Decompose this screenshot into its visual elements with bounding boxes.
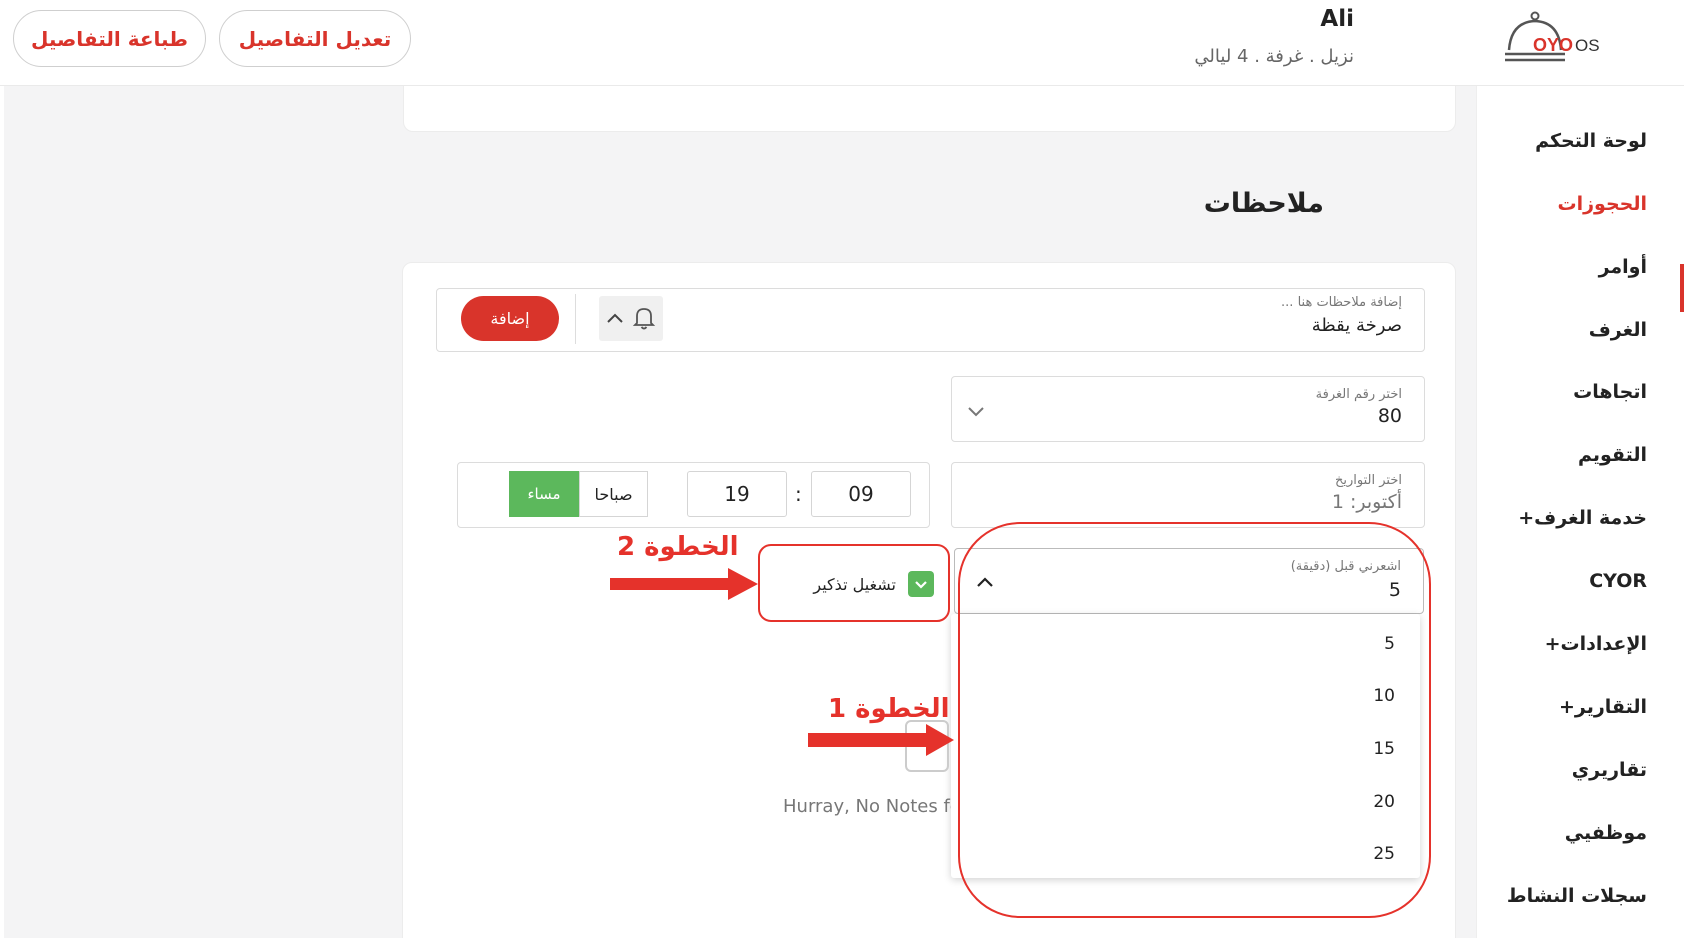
sidebar-item-my-reports[interactable]: تقاريري xyxy=(1572,759,1647,781)
sidebar-item-activity-logs[interactable]: سجلات النشاط xyxy=(1507,885,1647,907)
sidebar-item-reports[interactable]: التقارير+ xyxy=(1559,696,1647,718)
sidebar-item-dashboard[interactable]: لوحة التحكم xyxy=(1535,130,1647,152)
note-input[interactable]: إضافة ملاحظات هنا ... صرخة يقظة xyxy=(436,288,1425,352)
chevron-down-icon xyxy=(968,407,984,417)
print-details-button[interactable]: طباعة التفاصيل xyxy=(13,10,206,67)
edit-details-button[interactable]: تعديل التفاصيل xyxy=(219,10,411,67)
step2-highlight xyxy=(758,544,950,622)
sidebar-item-orders[interactable]: أوامر xyxy=(1599,256,1647,278)
reminder-toggle-group[interactable] xyxy=(599,296,663,341)
add-note-button[interactable]: إضافة xyxy=(461,296,559,341)
sidebar-item-trends[interactable]: اتجاهات xyxy=(1573,381,1647,403)
empty-notes-text: Hurray, No Notes fo xyxy=(783,796,951,817)
step1-highlight xyxy=(958,522,1431,918)
sidebar-item-settings[interactable]: الإعدادات+ xyxy=(1545,633,1647,655)
room-number-label: اختر رقم الغرفة xyxy=(1315,387,1402,402)
date-label: اختر التواريخ xyxy=(1335,473,1402,488)
active-indicator xyxy=(1680,264,1684,312)
svg-text:OYO: OYO xyxy=(1533,35,1573,55)
minute-input[interactable]: 19 xyxy=(687,471,787,517)
guest-name: Ali xyxy=(1320,6,1354,32)
sidebar-item-cyor[interactable]: CYOR xyxy=(1589,570,1647,592)
sidebar-item-rooms[interactable]: الغرف xyxy=(1589,319,1647,341)
am-toggle[interactable]: صباحا xyxy=(579,471,648,517)
sidebar: لوحة التحكم الحجوزات أوامر الغرف اتجاهات… xyxy=(1476,86,1684,938)
oyo-os-logo[interactable]: OYO OS xyxy=(1503,10,1613,70)
room-number-select[interactable]: اختر رقم الغرفة 80 xyxy=(951,376,1425,442)
step1-arrow-icon xyxy=(808,724,954,756)
note-input-value: صرخة يقظة xyxy=(1311,315,1402,336)
room-number-value: 80 xyxy=(1377,405,1402,427)
pm-toggle[interactable]: مساء xyxy=(509,471,579,517)
date-value: أكتوبر: 1 xyxy=(1331,491,1402,513)
sidebar-item-calendar[interactable]: التقويم xyxy=(1578,444,1647,466)
step2-arrow-icon xyxy=(610,568,758,600)
svg-text:OS: OS xyxy=(1575,36,1600,55)
top-bar: طباعة التفاصيل تعديل التفاصيل Ali نزيل .… xyxy=(0,0,1684,86)
hour-input[interactable]: 09 xyxy=(811,471,911,517)
note-input-label: إضافة ملاحظات هنا ... xyxy=(1281,295,1402,310)
divider xyxy=(575,294,576,344)
sidebar-item-room-service[interactable]: خدمة الغرف+ xyxy=(1518,507,1647,529)
bell-icon[interactable] xyxy=(632,305,656,331)
time-separator: : xyxy=(795,482,802,506)
guest-stay-summary: نزيل . غرفة . 4 ليالي xyxy=(1194,46,1354,67)
date-select[interactable]: اختر التواريخ أكتوبر: 1 xyxy=(951,462,1425,528)
sidebar-item-my-staff[interactable]: موظفيي xyxy=(1565,822,1647,844)
step1-label: الخطوة 1 xyxy=(828,694,950,724)
notes-section-title: ملاحظات xyxy=(1203,188,1324,219)
chevron-up-icon[interactable] xyxy=(605,309,625,329)
cloche-icon: OYO OS xyxy=(1505,11,1600,62)
sidebar-item-bookings[interactable]: الحجوزات xyxy=(1558,193,1648,215)
step2-label: الخطوة 2 xyxy=(617,532,739,562)
